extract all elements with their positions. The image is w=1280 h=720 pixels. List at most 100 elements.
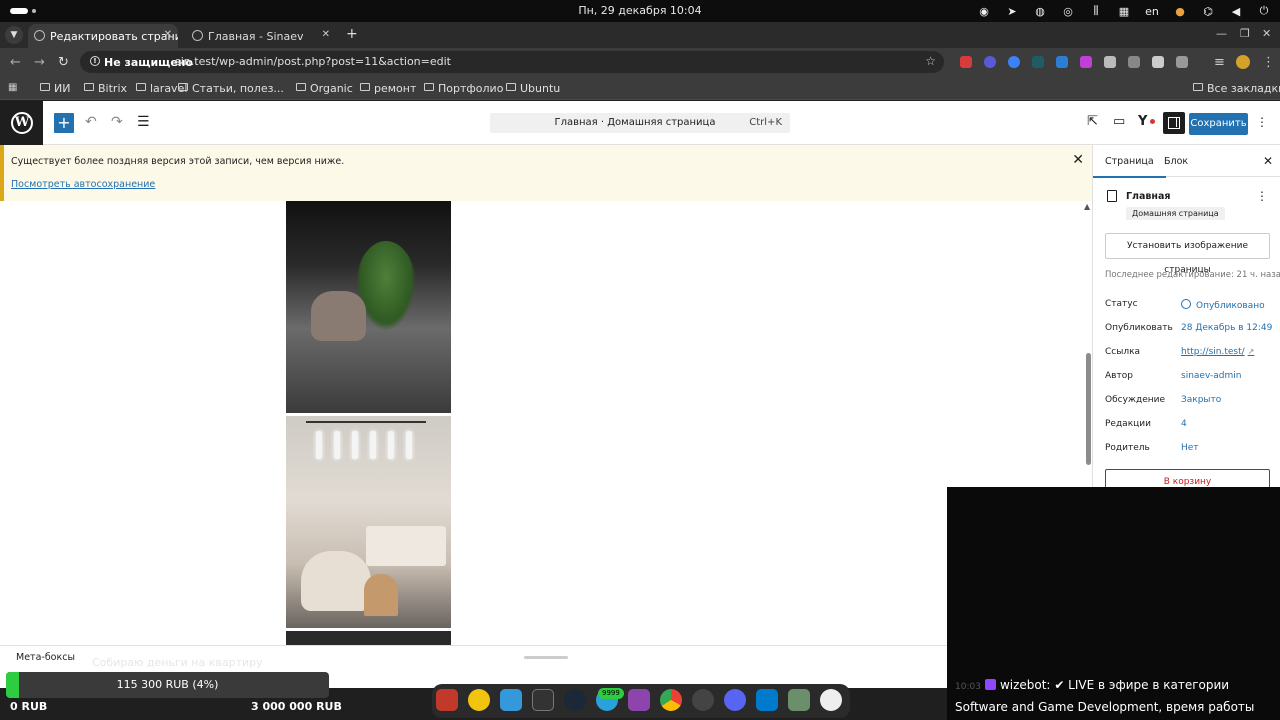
image-block-partial[interactable] xyxy=(286,631,451,645)
reading-list-icon[interactable]: ≡ xyxy=(1214,55,1225,70)
undo-icon[interactable]: ↶ xyxy=(85,114,97,130)
seo-extension-icon[interactable] xyxy=(1032,56,1044,68)
reload-icon[interactable]: ↻ xyxy=(58,55,69,70)
bookmark-bitrix[interactable]: Bitrix xyxy=(84,82,127,95)
ubuntu-icon[interactable] xyxy=(820,689,842,711)
preview-device-icon[interactable]: ▭ xyxy=(1113,114,1125,129)
twitch-icon xyxy=(984,679,996,690)
view-page-icon[interactable]: ⇱ xyxy=(1087,114,1098,129)
image-block-chair-plant[interactable] xyxy=(286,201,451,413)
command-palette-bar[interactable]: Главная · Домашняя страница Ctrl+K xyxy=(490,113,790,133)
wordpress-logo[interactable]: W xyxy=(0,101,43,145)
publish-date-value[interactable]: 28 Декабрь в 12:49 xyxy=(1181,323,1272,333)
obsidian-icon[interactable] xyxy=(628,689,650,711)
puzzle-icon[interactable] xyxy=(1176,56,1188,68)
minimize-icon[interactable]: — xyxy=(1216,27,1227,40)
settings-sidebar: Страница Блок ✕ Главная ⋮ Домашняя стран… xyxy=(1092,145,1280,493)
microphone-icon[interactable]: ● xyxy=(1172,4,1188,18)
extension-icon[interactable] xyxy=(1128,56,1140,68)
close-window-icon[interactable]: ✕ xyxy=(1262,27,1271,40)
bookmark-star-icon[interactable]: ☆ xyxy=(925,54,936,68)
tab-page[interactable]: Страница xyxy=(1093,156,1166,178)
power-icon[interactable]: ⏻ xyxy=(1256,4,1272,18)
tab-block[interactable]: Блок xyxy=(1164,156,1188,167)
all-bookmarks[interactable]: Все закладки xyxy=(1193,82,1280,95)
parent-value[interactable]: Нет xyxy=(1181,443,1199,453)
discord-tray-icon[interactable]: ◍ xyxy=(1032,4,1048,18)
forward-icon[interactable]: → xyxy=(34,55,45,70)
discussion-value[interactable]: Закрыто xyxy=(1181,395,1221,405)
terminal-icon[interactable] xyxy=(532,689,554,711)
rhythmbox-icon[interactable] xyxy=(468,689,490,711)
back-icon[interactable]: ← xyxy=(10,55,21,70)
address-bar[interactable]: ! Не защищено sin.test/wp-admin/post.php… xyxy=(80,51,944,73)
steam-icon[interactable] xyxy=(564,689,586,711)
bookmark-remont[interactable]: ремонт xyxy=(360,82,416,95)
chrome-icon[interactable] xyxy=(660,689,682,711)
shield-icon[interactable] xyxy=(1104,56,1116,68)
telegram-tray-icon[interactable]: ➤ xyxy=(1004,4,1020,18)
extension-icon[interactable] xyxy=(1008,56,1020,68)
bookmark-articles[interactable]: Статьи, полез... xyxy=(178,82,284,95)
chair-shape xyxy=(311,291,366,341)
language-indicator[interactable]: en xyxy=(1144,4,1160,18)
page-actions-icon[interactable]: ⋮ xyxy=(1256,189,1268,203)
bookmark-organic[interactable]: Organic xyxy=(296,82,353,95)
maximize-icon[interactable]: ❐ xyxy=(1240,27,1250,40)
trash-icon[interactable] xyxy=(788,689,810,711)
close-icon[interactable]: ✕ xyxy=(164,29,172,40)
redo-icon[interactable]: ↷ xyxy=(111,114,123,130)
block-inserter-button[interactable]: + xyxy=(54,113,74,133)
discord-icon[interactable] xyxy=(724,689,746,711)
chrome-tray-icon[interactable]: ◉ xyxy=(976,4,992,18)
set-featured-image-button[interactable]: Установить изображение страницы xyxy=(1105,233,1270,275)
bookmark-ubuntu[interactable]: Ubuntu xyxy=(506,82,560,95)
network-icon[interactable]: ⌬ xyxy=(1200,4,1216,18)
scrollbar[interactable] xyxy=(1086,353,1091,465)
tab-search-icon[interactable]: ▼ xyxy=(5,26,23,44)
settings-toggle-button[interactable] xyxy=(1163,112,1185,134)
files-app-icon[interactable] xyxy=(436,689,458,711)
meta-boxes-label[interactable]: Мета-боксы xyxy=(16,652,75,663)
dismiss-notice-icon[interactable]: ✕ xyxy=(1072,152,1084,168)
document-overview-icon[interactable]: ☰ xyxy=(137,114,150,130)
bookmark-portfolio[interactable]: Портфолио xyxy=(424,82,503,95)
close-icon[interactable]: ✕ xyxy=(1263,154,1273,168)
permalink-value[interactable]: http://sin.test/↗ xyxy=(1181,347,1254,357)
status-value[interactable]: Опубликовано xyxy=(1181,299,1265,311)
more-options-icon[interactable]: ⋮ xyxy=(1256,115,1268,129)
calendar-tray-icon[interactable]: ▦ xyxy=(1116,4,1132,18)
steam-tray-icon[interactable]: ◎ xyxy=(1060,4,1076,18)
close-icon[interactable]: ✕ xyxy=(322,29,330,40)
sidebar-tabs: Страница Блок ✕ xyxy=(1093,145,1280,178)
tab-edit-page[interactable]: Редактировать страниц ✕ xyxy=(28,24,178,48)
resize-handle[interactable] xyxy=(524,656,568,659)
vscode-icon[interactable] xyxy=(756,689,778,711)
image-block-bedroom[interactable] xyxy=(286,416,451,628)
document-app-icon[interactable] xyxy=(500,689,522,711)
extension-icon[interactable] xyxy=(1056,56,1068,68)
editor-header: W + ↶ ↷ ☰ Главная · Домашняя страница Ct… xyxy=(0,101,1280,145)
extension-icon[interactable] xyxy=(984,56,996,68)
equalizer-tray-icon[interactable]: ⫼ xyxy=(1088,4,1104,18)
author-value[interactable]: sinaev-admin xyxy=(1181,371,1241,381)
save-button[interactable]: Сохранить xyxy=(1189,113,1248,135)
url-text[interactable]: sin.test/wp-admin/post.php?post=11&actio… xyxy=(175,55,451,68)
obs-icon[interactable] xyxy=(692,689,714,711)
adblock-extension-icon[interactable] xyxy=(960,56,972,68)
yoast-seo-icon[interactable]: Y xyxy=(1138,114,1147,129)
volume-icon[interactable]: ◀ xyxy=(1228,4,1244,18)
apps-grid-icon[interactable]: ▦ xyxy=(8,83,18,93)
folder-icon xyxy=(136,83,146,91)
view-autosave-link[interactable]: Посмотреть автосохранение xyxy=(11,179,155,190)
scroll-up-arrow[interactable]: ▲ xyxy=(1084,202,1090,211)
bookmark-ai[interactable]: ИИ xyxy=(40,82,70,95)
editor-canvas[interactable]: ▲ xyxy=(0,201,1092,645)
revisions-value[interactable]: 4 xyxy=(1181,419,1187,429)
avatar[interactable] xyxy=(1236,55,1250,69)
extension-icon[interactable] xyxy=(1080,56,1092,68)
menu-icon[interactable]: ⋮ xyxy=(1262,55,1275,70)
tab-home[interactable]: Главная - Sinaev ✕ xyxy=(186,24,336,48)
pen-icon[interactable] xyxy=(1152,56,1164,68)
new-tab-button[interactable]: + xyxy=(346,26,358,42)
